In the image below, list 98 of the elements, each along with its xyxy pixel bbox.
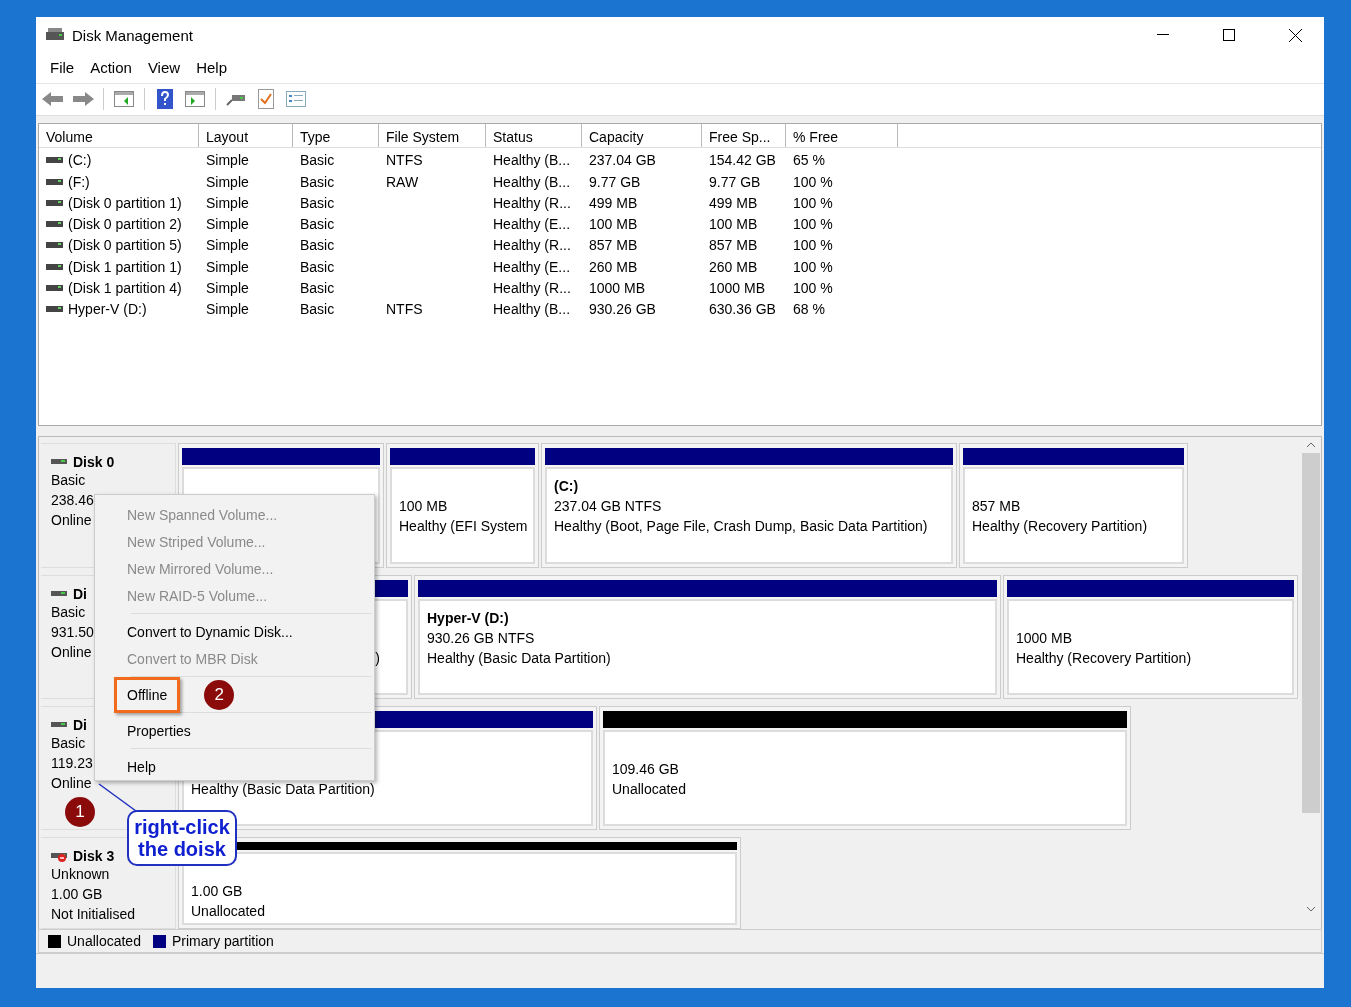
table-cell-text: 499 MB: [708, 194, 759, 211]
table-cell-text: Basic: [299, 301, 336, 318]
partition-name: (C:): [554, 478, 579, 495]
disk-size: 931.50: [51, 624, 94, 643]
table-cell-text: Healthy (B...: [492, 173, 572, 190]
disk-name: Disk 3: [73, 848, 115, 865]
table-cell-text: 100 MB: [588, 216, 639, 233]
table-cell-text: 100 MB: [708, 216, 759, 233]
window-title: Disk Management: [72, 26, 194, 44]
table-cell-text: 68 %: [792, 301, 826, 318]
partition-size: 1.00 GB: [191, 883, 243, 900]
table-cell-text: Basic: [299, 237, 336, 254]
table-cell-text: 930.26 GB: [588, 301, 657, 318]
partition-status: Unallocated: [191, 903, 265, 920]
callout: right-click the doisk: [127, 810, 237, 866]
table-cell-text: Healthy (B...: [492, 301, 572, 318]
table-cell-text: 100 %: [792, 194, 834, 211]
table-cell-text: Basic: [299, 152, 336, 169]
table-cell: Hyper-V (D:): [68, 301, 147, 318]
partition-size: 857 MB: [972, 498, 1021, 515]
partition-size: 237.04 GB NTFS: [554, 498, 662, 515]
partition-name: Hyper-V (D:): [427, 610, 509, 627]
disk-size: 1.00 GB: [51, 886, 103, 905]
table-cell-text: 499 MB: [588, 194, 639, 211]
partition-status: Healthy (Recovery Partition): [972, 518, 1148, 535]
table-cell-text: 100 %: [792, 173, 834, 190]
table-cell: (Disk 0 partition 2): [68, 216, 182, 233]
table-cell-text: Simple: [205, 216, 250, 233]
partition-size: 109.46 GB: [612, 761, 679, 778]
table-cell-text: 237.04 GB: [588, 152, 657, 169]
partition-status: Unallocated: [612, 781, 686, 798]
table-cell-text: 260 MB: [588, 258, 639, 275]
disk-type: Basic: [51, 472, 86, 491]
table-cell-text: Simple: [205, 237, 250, 254]
partition-status: Healthy (Basic Data Partition): [427, 650, 611, 667]
partition-status: Healthy (Recovery Partition): [1016, 650, 1192, 667]
table-cell-text: Healthy (R...: [492, 280, 572, 296]
disk-status: Online: [51, 644, 92, 663]
table-cell-text: 630.36 GB: [708, 301, 777, 318]
table-cell-text: NTFS: [385, 301, 424, 318]
partition-size: 100 MB: [399, 498, 448, 515]
table-cell: (Disk 1 partition 1): [68, 258, 182, 275]
table-cell-text: NTFS: [385, 152, 424, 169]
table-cell-text: Healthy (E...: [492, 216, 572, 233]
table-cell: (C:): [68, 152, 92, 169]
table-cell-text: 857 MB: [588, 237, 639, 254]
table-cell-text: Simple: [205, 173, 250, 190]
disk-size: 119.23: [51, 755, 93, 774]
table-cell-text: Simple: [205, 152, 250, 169]
table-cell-text: 100 %: [792, 237, 834, 254]
disk-name: Di: [73, 586, 87, 603]
partition-status: Healthy (EFI System: [399, 518, 528, 535]
partition-status: Healthy (Boot, Page File, Crash Dump, Basic Data Partition): [554, 518, 928, 535]
table-cell-text: Healthy (R...: [492, 237, 572, 254]
table-cell-text: Simple: [205, 301, 250, 318]
table-cell-text: 154.42 GB: [708, 152, 777, 169]
disk-status: Online: [51, 775, 92, 794]
table-cell-text: Healthy (E...: [492, 258, 572, 275]
table-cell-text: Basic: [299, 194, 336, 211]
table-cell-text: Basic: [299, 258, 336, 275]
legend-label: Unallocated: [67, 933, 141, 950]
disk-type: Unknown: [51, 866, 110, 885]
partition-status: Healthy (Basic Data Partition): [191, 781, 375, 798]
table-cell-text: RAW: [385, 173, 420, 190]
table-cell-text: Basic: [299, 216, 336, 233]
partition-status: ): [375, 650, 380, 667]
table-cell-text: 857 MB: [708, 237, 759, 254]
table-cell-text: 100 %: [792, 280, 834, 296]
table-cell-text: 9.77 GB: [708, 173, 762, 190]
table-cell-text: 100 %: [792, 216, 834, 233]
table-cell: (Disk 1 partition 4): [68, 280, 182, 296]
legend-label: Primary partition: [171, 933, 274, 950]
table-cell-text: Basic: [299, 173, 336, 190]
disk-type: Basic: [51, 735, 86, 754]
partition-size: 930.26 GB NTFS: [427, 630, 535, 647]
table-cell-text: Simple: [205, 194, 250, 211]
table-cell-text: 1000 MB: [588, 280, 647, 296]
table-cell-text: 65 %: [792, 152, 826, 169]
table-cell-text: 9.77 GB: [588, 173, 642, 190]
table-cell-text: 260 MB: [708, 258, 759, 275]
disk-name: Di: [73, 717, 87, 734]
table-cell-text: 1000 MB: [708, 280, 767, 296]
disk-size: 238.46: [51, 492, 94, 511]
disk-name: Disk 0: [73, 454, 115, 471]
table-cell: (Disk 0 partition 1): [68, 194, 182, 211]
table-cell-text: 100 %: [792, 258, 834, 275]
table-cell-text: Simple: [205, 258, 250, 275]
disk-type: Basic: [51, 604, 86, 623]
step-badge: 2: [204, 679, 235, 710]
table-cell-text: Basic: [299, 280, 336, 296]
partition-size: 1000 MB: [1016, 630, 1073, 647]
table-cell-text: Healthy (B...: [492, 152, 572, 169]
table-cell-text: Simple: [205, 280, 250, 296]
table-cell: (Disk 0 partition 5): [68, 237, 182, 254]
disk-status: Not Initialised: [51, 906, 136, 925]
table-cell-text: Healthy (R...: [492, 194, 572, 211]
disk-status: Online: [51, 512, 92, 531]
table-cell: (F:): [68, 173, 90, 190]
